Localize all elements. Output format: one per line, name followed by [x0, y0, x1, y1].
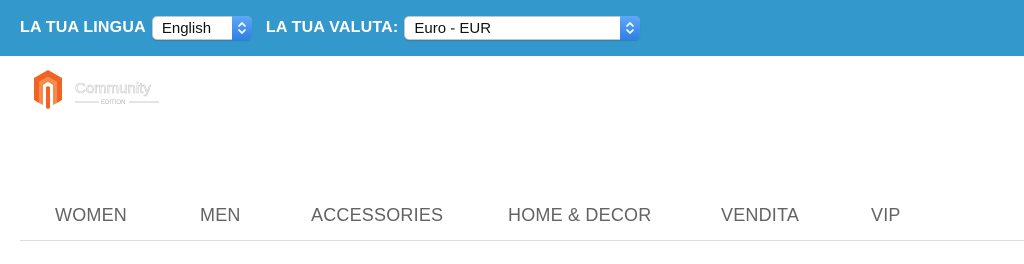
- nav-item-accessories[interactable]: ACCESSORIES: [311, 205, 443, 226]
- nav-item-vendita[interactable]: VENDITA: [721, 205, 799, 226]
- main-navigation: WOMEN MEN ACCESSORIES HOME & DECOR VENDI…: [20, 205, 1024, 241]
- magento-logo-icon: Community EDITION: [34, 70, 159, 110]
- language-select-value: English: [161, 19, 212, 37]
- nav-item-home-decor[interactable]: HOME & DECOR: [508, 205, 651, 226]
- currency-label: LA TUA VALUTA:: [265, 19, 399, 36]
- currency-select[interactable]: Euro - EUR: [404, 16, 641, 40]
- nav-item-vip[interactable]: VIP: [871, 205, 901, 226]
- store-logo[interactable]: Community EDITION: [33, 69, 163, 113]
- select-stepper-icon: [231, 16, 252, 40]
- nav-item-men[interactable]: MEN: [200, 205, 241, 226]
- select-stepper-icon: [620, 16, 641, 40]
- currency-select-value: Euro - EUR: [414, 19, 492, 37]
- language-label: LA TUA LINGUA: [20, 19, 146, 36]
- logo-subtitle: EDITION: [101, 100, 125, 106]
- logo-wordmark: Community: [75, 80, 151, 97]
- language-select[interactable]: English: [151, 16, 252, 40]
- header-topbar: LA TUA LINGUA English LA TUA VALUTA: Eur…: [0, 0, 1024, 56]
- nav-item-women[interactable]: WOMEN: [55, 205, 127, 226]
